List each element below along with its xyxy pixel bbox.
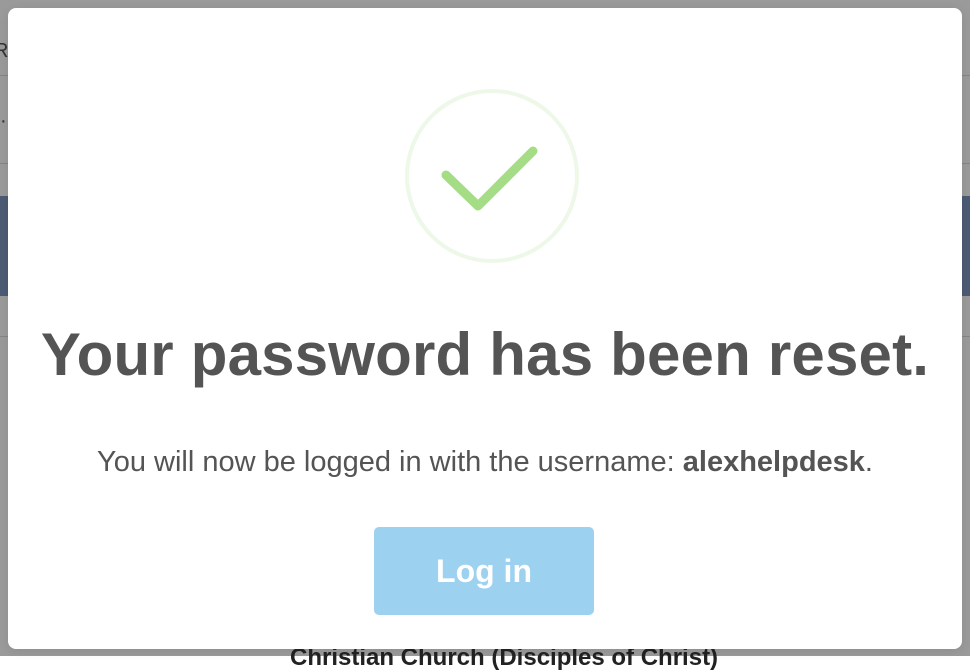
checkmark-circle-icon	[405, 89, 579, 263]
password-reset-dialog: Your password has been reset. You will n…	[8, 8, 962, 649]
username: alexhelpdesk	[682, 446, 865, 478]
login-button[interactable]: Log in	[374, 527, 594, 615]
message-punctuation: .	[864, 446, 873, 478]
message-text: You will now be logged in with the usern…	[97, 446, 683, 478]
dialog-title: Your password has been reset.	[40, 321, 930, 388]
dialog-message: You will now be logged in with the usern…	[8, 446, 962, 479]
